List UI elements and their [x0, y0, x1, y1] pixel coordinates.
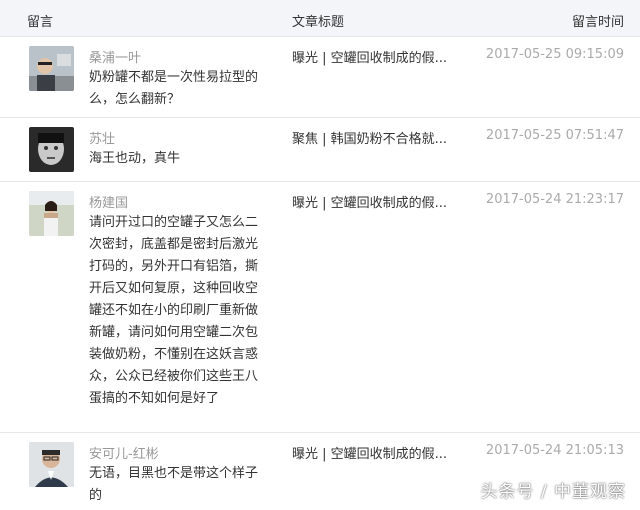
commenter-name[interactable]: 杨建国	[89, 192, 128, 211]
commenter-name[interactable]: 苏壮	[89, 128, 115, 147]
comment-row: 杨建国 请问开过口的空罐子又怎么二次密封，底盖都是密封后激光打码的，另外开口有铝…	[0, 182, 640, 433]
comment-time: 2017-05-25 09:15:09	[485, 47, 624, 62]
column-header-comment: 留言	[27, 15, 54, 30]
commenter-name[interactable]: 桑浦一叶	[89, 47, 141, 66]
avatar[interactable]	[29, 191, 74, 236]
avatar-photo-icon	[29, 442, 74, 487]
avatar-photo-icon	[29, 191, 74, 236]
comment-row: 苏壮 海王也动，真牛 聚焦 | 韩国奶粉不合格就... 2017-05-25 0…	[0, 118, 640, 182]
avatar[interactable]	[29, 127, 74, 172]
table-header: 留言 文章标题 留言时间	[0, 0, 640, 37]
column-header-article: 文章标题	[292, 15, 345, 30]
avatar[interactable]	[29, 46, 74, 91]
comment-row: 桑浦一叶 奶粉罐不都是一次性易拉型的么，怎么翻新？ 曝光 | 空罐回收制成的假.…	[0, 37, 640, 118]
avatar[interactable]	[29, 442, 74, 487]
article-title-link[interactable]: 聚焦 | 韩国奶粉不合格就...	[292, 128, 447, 147]
comment-time: 2017-05-24 21:23:17	[485, 192, 624, 207]
article-title-link[interactable]: 曝光 | 空罐回收制成的假...	[292, 47, 447, 66]
comment-text: 海王也动，真牛	[89, 151, 181, 166]
article-title-link[interactable]: 曝光 | 空罐回收制成的假...	[292, 443, 447, 462]
watermark: 头条号 / 中董观察	[480, 482, 626, 502]
avatar-photo-icon	[29, 46, 74, 91]
comment-time: 2017-05-25 07:51:47	[485, 128, 624, 143]
comment-text: 奶粉罐不都是一次性易拉型的么，怎么翻新？	[89, 70, 259, 107]
comment-time: 2017-05-24 21:05:13	[485, 443, 624, 458]
avatar-photo-icon	[29, 127, 74, 172]
article-title-link[interactable]: 曝光 | 空罐回收制成的假...	[292, 192, 447, 211]
comment-text: 无语，目黑也不是带这个样子的	[89, 466, 259, 503]
commenter-name[interactable]: 安可儿-红彬	[89, 443, 159, 462]
comment-text: 请问开过口的空罐子又怎么二次密封，底盖都是密封后激光打码的，另外开口有铝箔，撕开…	[89, 215, 259, 406]
column-header-time: 留言时间	[571, 15, 624, 30]
